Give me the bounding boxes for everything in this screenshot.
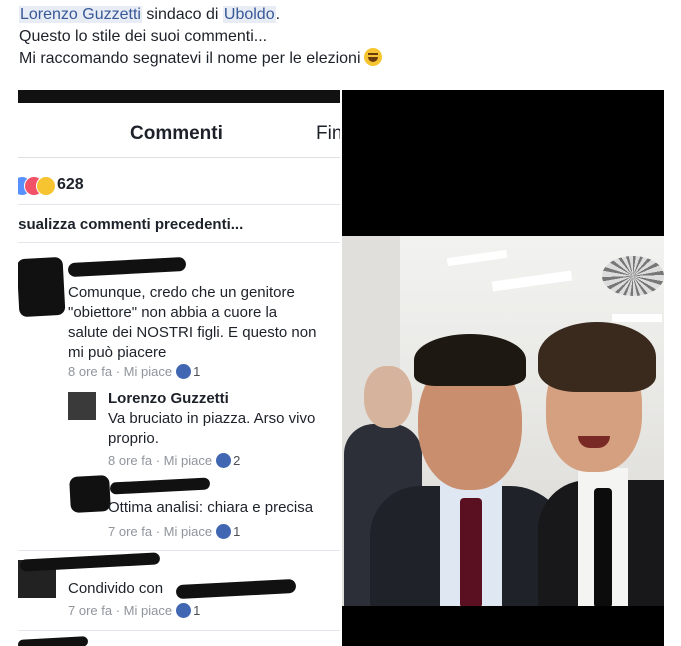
- ceiling-vent: [602, 256, 664, 296]
- divider: [18, 550, 340, 551]
- comment-author: Lorenzo Guzzetti: [108, 390, 229, 407]
- comment-meta: 8 ore fa · Mi piace 2: [108, 453, 240, 468]
- comment-time: 8 ore fa: [108, 453, 153, 468]
- post-line-2: Questo lo stile dei suoi commenti...: [19, 28, 268, 45]
- tagged-place-link[interactable]: Uboldo: [222, 6, 276, 23]
- like-comment-link: Mi piace: [123, 603, 173, 618]
- screenshot-title: Commenti: [130, 123, 223, 144]
- comment-text: Va bruciato in piazza. Arso vivo proprio…: [108, 410, 316, 447]
- comment-time: 7 ore fa: [68, 603, 113, 618]
- laughing-emoji-icon: [363, 48, 382, 66]
- comment-like-count: 1: [233, 524, 241, 539]
- post-text-segment: sindaco di: [141, 6, 223, 23]
- person-right-tie: [594, 488, 612, 606]
- comment-meta: 8 ore fa · Mi piace 1: [68, 364, 200, 379]
- like-comment-link: Mi piace: [163, 453, 213, 468]
- reaction-count: 628: [57, 176, 84, 193]
- background-person-head: [364, 366, 412, 428]
- post-text-segment: .: [275, 6, 281, 23]
- screenshot-status-bar: [18, 90, 340, 103]
- comment-like-count: 1: [193, 603, 201, 618]
- redaction-scribble: [67, 256, 187, 278]
- redaction-scribble: [175, 578, 297, 600]
- photo-scene: [342, 236, 664, 606]
- like-badge-icon: [216, 524, 232, 539]
- like-badge-icon: [216, 453, 232, 468]
- haha-reaction-icon: [36, 176, 56, 196]
- redaction-scribble: [18, 636, 89, 646]
- redaction-scribble: [18, 256, 66, 318]
- comment-time: 7 ore fa: [108, 524, 153, 539]
- comment-meta: 7 ore fa · Mi piace 1: [108, 524, 240, 539]
- meta-separator: ·: [112, 603, 124, 618]
- post-line-3-text: Mi raccomando segnatevi il nome per le e…: [19, 50, 361, 67]
- person-left-tie: [460, 498, 482, 606]
- comment-text: Condivido con: [68, 580, 164, 597]
- like-badge-icon: [176, 364, 192, 379]
- comment-text: Ottima analisi: chiara e precisa: [108, 499, 314, 516]
- comment-meta: 7 ore fa · Mi piace 1: [68, 603, 200, 618]
- comments-screenshot[interactable]: Commenti Fin 628 isualizza commenti prec…: [18, 90, 340, 646]
- redaction-scribble: [19, 552, 161, 572]
- comment-time: 8 ore fa: [68, 364, 113, 379]
- redaction-scribble: [69, 474, 111, 514]
- divider: [18, 204, 340, 205]
- screenshot-title-right: Fin: [316, 123, 340, 144]
- post-line-1: Lorenzo Guzzetti sindaco di Uboldo.: [19, 4, 382, 26]
- comment-like-count: 2: [233, 453, 241, 468]
- ceiling-light: [612, 314, 662, 322]
- comment-like-count: 1: [193, 364, 201, 379]
- meta-separator: ·: [112, 364, 124, 379]
- meta-separator: ·: [152, 524, 164, 539]
- avatar: [68, 392, 96, 420]
- like-comment-link: Mi piace: [123, 364, 173, 379]
- divider: [18, 242, 340, 243]
- redaction-scribble: [109, 477, 211, 495]
- person-left-hair: [414, 334, 526, 386]
- tagged-person-link[interactable]: Lorenzo Guzzetti: [19, 6, 142, 23]
- person-right-hair: [538, 322, 656, 392]
- screenshot-header: Commenti Fin: [18, 103, 340, 158]
- selfie-photo[interactable]: [342, 90, 664, 646]
- comment-text: Comunque, credo che un genitore "obietto…: [68, 284, 317, 361]
- like-badge-icon: [176, 603, 192, 618]
- divider: [18, 630, 340, 631]
- like-comment-link: Mi piace: [163, 524, 213, 539]
- meta-separator: ·: [152, 453, 164, 468]
- ceiling-light: [491, 270, 573, 292]
- ceiling-light: [446, 249, 508, 267]
- post-line-3: Mi raccomando segnatevi il nome per le e…: [19, 48, 382, 70]
- view-previous-comments: isualizza commenti precedenti...: [18, 216, 244, 233]
- post-text: Lorenzo Guzzetti sindaco di Uboldo. Ques…: [19, 4, 382, 70]
